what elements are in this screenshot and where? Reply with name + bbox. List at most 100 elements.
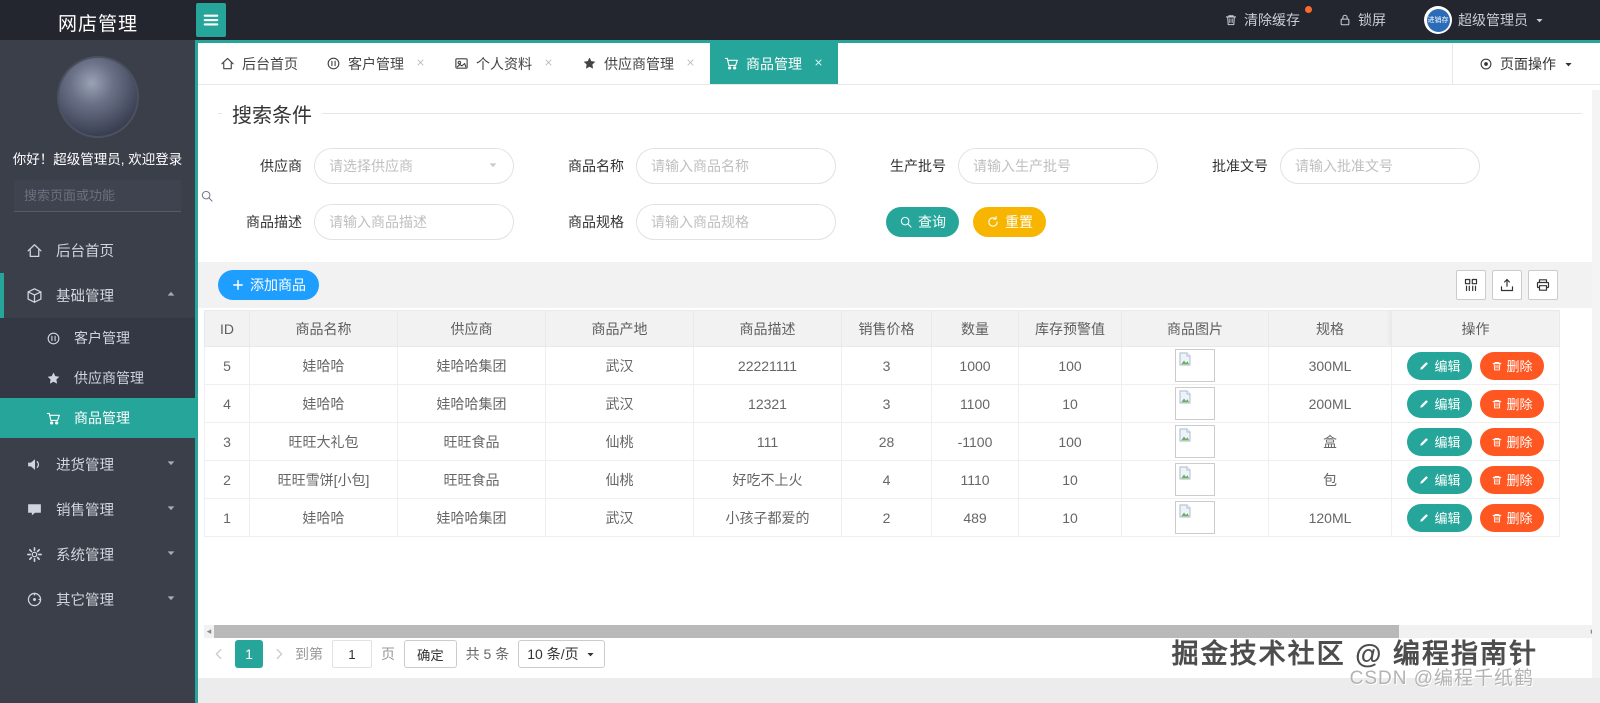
search-form-row-1: 供应商 请选择供应商 商品名称 请输入商品名称 生产批号 请输入生产批号 批准文号 请输入批准…: [218, 148, 1582, 184]
pencil-icon: [1418, 512, 1430, 524]
tab-close-icon[interactable]: [685, 57, 696, 71]
sidebar-search[interactable]: [14, 180, 213, 212]
sidebar-subitem-0[interactable]: 客户管理: [0, 318, 195, 358]
tab-close-icon[interactable]: [415, 57, 426, 71]
search-panel: 搜索条件 供应商 请选择供应商 商品名称 请输入商品名称 生产批号 请输入生产批号 批准文号…: [198, 85, 1600, 240]
cell-origin: 武汉: [545, 384, 694, 423]
sidebar-item-3[interactable]: 销售管理: [0, 487, 195, 532]
field-input[interactable]: 请输入商品描述: [314, 204, 514, 240]
product-image-thumbnail[interactable]: [1175, 349, 1215, 382]
field-input[interactable]: 请输入批准文号: [1280, 148, 1480, 184]
delete-button[interactable]: 删除: [1479, 465, 1544, 494]
field-placeholder: 请输入商品名称: [651, 158, 749, 174]
columns-grid-button[interactable]: [1456, 270, 1486, 300]
app-logo: 进销存: [1424, 6, 1452, 34]
supplier-select[interactable]: 请选择供应商: [314, 148, 514, 184]
vertical-scrollbar[interactable]: [1592, 90, 1600, 678]
page-size-select[interactable]: 10 条/页: [518, 640, 605, 668]
tab-3[interactable]: 供应商管理: [568, 43, 710, 84]
delete-button[interactable]: 删除: [1479, 427, 1544, 456]
cell-id: 2: [204, 460, 250, 499]
topbar: 网店管理 清除缓存 锁屏 进销存 超级管理员: [0, 0, 1600, 40]
delete-button[interactable]: 删除: [1479, 503, 1544, 532]
goto-page-input[interactable]: [332, 640, 372, 668]
print-button[interactable]: [1528, 270, 1558, 300]
sidebar-subitem-1[interactable]: 供应商管理: [0, 358, 195, 398]
cell-actions: 编辑 删除: [1391, 498, 1560, 537]
tab-4[interactable]: 商品管理: [710, 43, 838, 84]
field-input[interactable]: 请输入商品规格: [636, 204, 836, 240]
add-product-button[interactable]: 添加商品: [218, 270, 319, 300]
cell-supplier: 娃哈哈集团: [397, 346, 546, 385]
edit-button[interactable]: 编辑: [1407, 351, 1472, 380]
page-actions-dropdown[interactable]: 页面操作: [1452, 43, 1600, 85]
home-icon: [26, 242, 43, 259]
app-logo-text: 进销存: [1426, 8, 1450, 32]
sidebar-item-2[interactable]: 进货管理: [0, 442, 195, 487]
table-header-7: 库存预警值: [1018, 310, 1122, 347]
sidebar-item-0[interactable]: 后台首页: [0, 228, 195, 273]
edit-button[interactable]: 编辑: [1407, 389, 1472, 418]
form-field-商品规格: 商品规格 请输入商品规格: [552, 204, 874, 240]
lock-screen-button[interactable]: 锁屏: [1338, 10, 1386, 30]
sidebar-item-label: 其它管理: [56, 593, 114, 609]
delete-button[interactable]: 删除: [1479, 351, 1544, 380]
edit-button[interactable]: 编辑: [1407, 503, 1472, 532]
export-button[interactable]: [1492, 270, 1522, 300]
sidebar-item-5[interactable]: 其它管理: [0, 577, 195, 622]
reset-button[interactable]: 重置: [973, 207, 1046, 237]
tab-2[interactable]: 个人资料: [440, 43, 568, 84]
scrollbar-thumb[interactable]: [214, 625, 1399, 638]
sidebar-search-input[interactable]: [24, 188, 200, 203]
query-button[interactable]: 查询: [886, 207, 959, 237]
cell-qty: 1000: [931, 346, 1019, 385]
pencil-icon: [1418, 398, 1430, 410]
field-label: 商品规格: [568, 214, 624, 230]
tab-label: 客户管理: [348, 55, 404, 72]
product-image-thumbnail[interactable]: [1175, 463, 1215, 496]
trash-icon: [1491, 436, 1503, 448]
hamburger-menu-button[interactable]: [196, 3, 226, 37]
search-icon: [899, 215, 913, 229]
table-header-2: 供应商: [397, 310, 546, 347]
edit-button[interactable]: 编辑: [1407, 427, 1472, 456]
field-input[interactable]: 请输入生产批号: [958, 148, 1158, 184]
table-header-4: 商品描述: [693, 310, 842, 347]
table-toolbar: 添加商品: [198, 262, 1600, 308]
chevron-left-icon: [212, 647, 226, 661]
clear-cache-button[interactable]: 清除缓存: [1224, 6, 1312, 30]
sidebar-item-1[interactable]: 基础管理: [0, 273, 195, 318]
cell-actions: 编辑 删除: [1391, 422, 1560, 461]
next-page-button[interactable]: [272, 647, 286, 661]
delete-button-label: 删除: [1506, 435, 1533, 450]
page-number-button[interactable]: 1: [235, 640, 263, 668]
user-menu[interactable]: 进销存 超级管理员: [1424, 6, 1545, 34]
sidebar-subitem-2[interactable]: 商品管理: [0, 398, 195, 438]
field-input[interactable]: 请输入商品名称: [636, 148, 836, 184]
tab-1[interactable]: 客户管理: [312, 43, 440, 84]
tab-close-icon[interactable]: [543, 57, 554, 71]
product-image-thumbnail[interactable]: [1175, 501, 1215, 534]
tab-close-icon[interactable]: [813, 57, 824, 71]
delete-button[interactable]: 删除: [1479, 389, 1544, 418]
product-image-thumbnail[interactable]: [1175, 387, 1215, 420]
product-image-thumbnail[interactable]: [1175, 425, 1215, 458]
prev-page-button[interactable]: [212, 647, 226, 661]
sidebar-item-label: 后台首页: [56, 244, 114, 260]
edit-button[interactable]: 编辑: [1407, 465, 1472, 494]
goto-confirm-button[interactable]: 确定: [404, 640, 457, 668]
menu-icon: [201, 10, 221, 30]
scroll-left-arrow[interactable]: ◂: [204, 625, 214, 638]
horizontal-scrollbar[interactable]: ◂ ▸: [204, 625, 1598, 638]
cell-desc: 好吃不上火: [693, 460, 842, 499]
tab-0[interactable]: 后台首页: [206, 43, 312, 84]
cell-desc: 22221111: [693, 346, 842, 385]
field-label: 批准文号: [1212, 158, 1268, 174]
id-card-icon: [454, 56, 469, 71]
pause-circle-icon: [326, 56, 341, 71]
pencil-icon: [1418, 436, 1430, 448]
cell-id: 5: [204, 346, 250, 385]
sidebar-item-4[interactable]: 系统管理: [0, 532, 195, 577]
tab-label: 个人资料: [476, 55, 532, 72]
trash-icon: [1491, 360, 1503, 372]
